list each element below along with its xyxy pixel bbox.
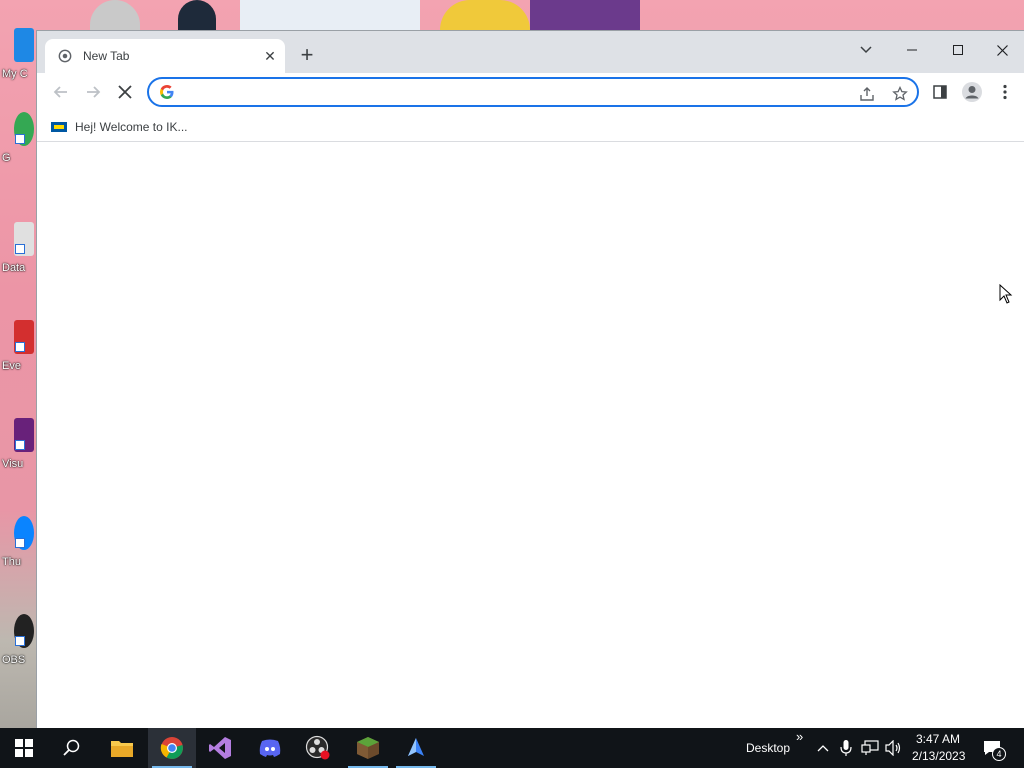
maximize-icon bbox=[953, 45, 963, 55]
share-button[interactable] bbox=[856, 83, 878, 105]
toolbar bbox=[37, 73, 1024, 111]
wallpaper-shape bbox=[240, 0, 420, 30]
notification-count-badge: 4 bbox=[992, 747, 1006, 761]
desktop-icon-obs[interactable]: OBS bbox=[0, 614, 34, 704]
microphone-icon bbox=[840, 740, 852, 756]
browser-window: New Tab ✕ + Hej! Welcome to IK... bbox=[36, 30, 1024, 729]
minecraft-icon bbox=[357, 737, 379, 759]
close-window-button[interactable] bbox=[979, 35, 1024, 65]
wallpaper-shape bbox=[440, 0, 530, 30]
network-button[interactable] bbox=[860, 738, 880, 758]
toolbar-overflow-icon[interactable]: » bbox=[796, 729, 803, 744]
share-icon bbox=[860, 87, 874, 101]
desktop-icon-label: Thu bbox=[2, 556, 21, 568]
minimize-icon bbox=[907, 49, 917, 51]
volume-button[interactable] bbox=[884, 738, 904, 758]
tab-new-tab[interactable]: New Tab ✕ bbox=[45, 39, 285, 73]
side-panel-button[interactable] bbox=[926, 78, 954, 106]
avatar-icon bbox=[962, 82, 982, 102]
chevron-down-icon bbox=[860, 46, 872, 54]
discord-icon bbox=[259, 739, 281, 757]
desktop-icon-thunderbird[interactable]: Thu bbox=[0, 516, 34, 606]
bookmarks-bar: Hej! Welcome to IK... bbox=[37, 111, 1024, 142]
taskbar-app[interactable] bbox=[392, 728, 440, 768]
taskbar-discord[interactable] bbox=[246, 728, 294, 768]
bookmark-ikea[interactable]: Hej! Welcome to IK... bbox=[51, 116, 187, 138]
desktop-icon-visual-studio[interactable]: Visu bbox=[0, 418, 34, 508]
chevron-up-icon bbox=[817, 745, 829, 752]
side-panel-icon bbox=[933, 85, 947, 99]
mouse-cursor-icon bbox=[999, 284, 1013, 304]
desktop-icon-data[interactable]: Data bbox=[0, 222, 34, 312]
new-tab-button[interactable]: + bbox=[295, 44, 319, 68]
computer-icon bbox=[14, 28, 34, 62]
chrome-favicon-icon bbox=[58, 49, 72, 63]
visual-studio-icon bbox=[209, 737, 231, 759]
folder-icon bbox=[111, 741, 133, 757]
minimize-button[interactable] bbox=[889, 35, 935, 65]
speaker-icon bbox=[885, 740, 901, 756]
desktop-icon-label: My C bbox=[2, 68, 28, 80]
desktop-icon-my-computer[interactable]: My C bbox=[0, 28, 34, 118]
chrome-icon bbox=[160, 737, 183, 759]
close-icon bbox=[996, 44, 1008, 56]
start-button[interactable] bbox=[0, 728, 48, 768]
tab-title: New Tab bbox=[83, 49, 130, 63]
desktop-icon-label: G bbox=[2, 152, 11, 164]
shortcut-arrow-icon bbox=[15, 538, 25, 548]
google-icon bbox=[160, 85, 174, 99]
stop-icon bbox=[118, 85, 132, 99]
taskbar-visual-studio[interactable] bbox=[196, 728, 244, 768]
taskbar: Desktop » 3:47 AM 2/13/2023 4 bbox=[0, 728, 1024, 768]
star-icon bbox=[892, 86, 908, 101]
taskbar-obs[interactable] bbox=[294, 728, 342, 768]
menu-button[interactable] bbox=[991, 78, 1019, 106]
clock-time[interactable]: 3:47 AM bbox=[916, 732, 960, 746]
shortcut-arrow-icon bbox=[15, 440, 25, 450]
tab-search-button[interactable] bbox=[843, 35, 889, 65]
bookmark-star-button[interactable] bbox=[889, 83, 911, 105]
wallpaper-shape bbox=[178, 0, 216, 30]
more-vert-icon bbox=[1003, 84, 1007, 100]
search-button[interactable] bbox=[48, 728, 96, 768]
windows-icon bbox=[15, 739, 33, 757]
desktop-toolbar-label[interactable]: Desktop bbox=[746, 741, 790, 755]
desktop-icon-google[interactable]: G bbox=[0, 112, 34, 202]
search-icon bbox=[63, 739, 80, 756]
clock-date[interactable]: 2/13/2023 bbox=[912, 749, 965, 763]
obs-icon bbox=[305, 735, 330, 760]
desktop-icon-event[interactable]: Eve bbox=[0, 320, 34, 410]
ikea-favicon-icon bbox=[51, 122, 67, 132]
desktop-icon-label: Eve bbox=[2, 360, 21, 372]
desktop-icon-label: Visu bbox=[2, 458, 24, 470]
forward-button[interactable] bbox=[79, 78, 107, 106]
app-icon bbox=[408, 738, 424, 756]
show-hidden-icons-button[interactable] bbox=[813, 738, 833, 758]
profile-button[interactable] bbox=[958, 78, 986, 106]
title-bar[interactable]: New Tab ✕ + bbox=[37, 31, 1024, 73]
taskbar-chrome[interactable] bbox=[148, 728, 196, 768]
forward-arrow-icon bbox=[87, 86, 101, 98]
back-arrow-icon bbox=[53, 86, 67, 98]
shortcut-arrow-icon bbox=[15, 636, 25, 646]
taskbar-file-explorer[interactable] bbox=[98, 728, 146, 768]
wallpaper-shape bbox=[90, 0, 140, 30]
shortcut-arrow-icon bbox=[15, 342, 25, 352]
bookmark-label: Hej! Welcome to IK... bbox=[75, 120, 188, 134]
address-bar[interactable] bbox=[147, 77, 919, 107]
maximize-button[interactable] bbox=[935, 35, 981, 65]
taskbar-minecraft[interactable] bbox=[344, 728, 392, 768]
desktop-icon-label: Data bbox=[2, 262, 26, 274]
close-icon[interactable]: ✕ bbox=[261, 47, 279, 65]
microphone-button[interactable] bbox=[836, 738, 856, 758]
shortcut-arrow-icon bbox=[15, 134, 25, 144]
network-icon bbox=[861, 740, 879, 755]
page-content[interactable] bbox=[37, 143, 1024, 729]
shortcut-arrow-icon bbox=[15, 244, 25, 254]
wallpaper-shape bbox=[530, 0, 640, 30]
address-input[interactable] bbox=[183, 82, 843, 102]
stop-loading-button[interactable] bbox=[111, 78, 139, 106]
back-button[interactable] bbox=[47, 78, 75, 106]
desktop-icon-label: OBS bbox=[2, 654, 26, 666]
